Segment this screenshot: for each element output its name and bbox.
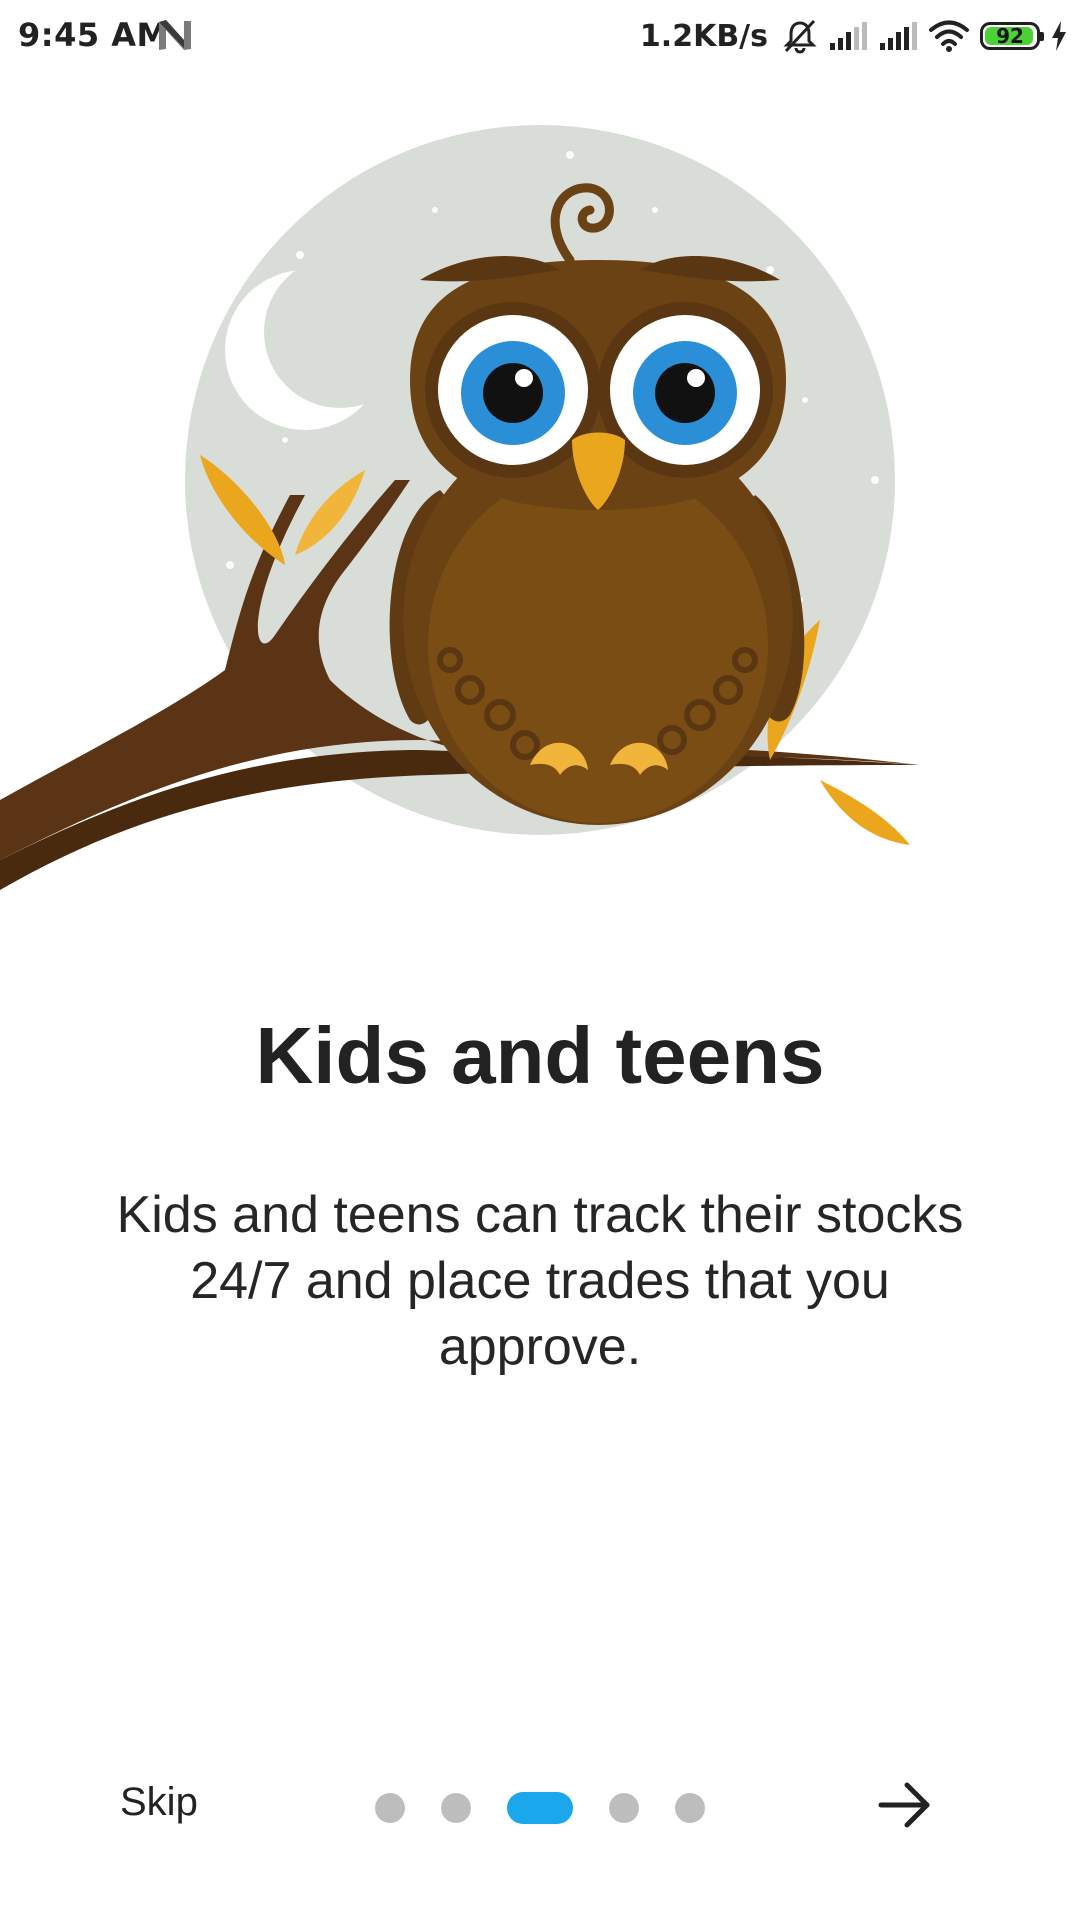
status-bar: 9:45 AM 1.2KB/s 92 [0,0,1080,72]
n-notification-icon [159,20,191,50]
battery-icon: 92 [980,22,1044,50]
page-indicator [375,1792,705,1824]
arrow-right-icon [878,1782,930,1827]
net-speed: 1.2KB/s [639,18,768,54]
signal-icon [830,22,867,50]
charging-icon [1052,21,1066,51]
onboarding-description: Kids and teens can track their stocks 24… [116,1186,964,1376]
page-dot-3-active[interactable] [507,1792,573,1824]
mute-bell-icon [783,19,817,54]
status-time: 9:45 AM [18,16,169,54]
signal-icon [880,22,917,50]
page-dot-5[interactable] [675,1793,705,1823]
page-dot-1[interactable] [375,1793,405,1823]
next-button[interactable] [870,1776,940,1836]
owl-illustration [0,125,920,890]
onboarding-screen: 9:45 AM 1.2KB/s 92 Kids and teens Kids a… [0,0,1080,1920]
battery-level: 92 [996,24,1024,48]
status-icons: 1.2KB/s 92 [640,14,1068,58]
page-dot-4[interactable] [609,1793,639,1823]
page-dot-2[interactable] [441,1793,471,1823]
wifi-icon [929,20,969,52]
skip-button[interactable]: Skip [120,1780,198,1825]
onboarding-title: Kids and teens [255,1011,825,1100]
